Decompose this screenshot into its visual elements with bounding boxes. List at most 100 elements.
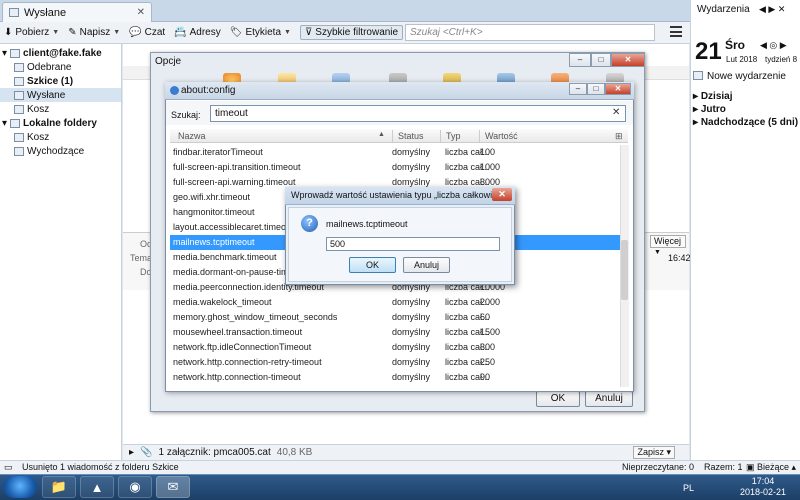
search-label: Szukaj:	[171, 110, 201, 120]
chevron-down-icon: ▼	[284, 29, 291, 36]
write-button[interactable]: ✎ Napisz ▼	[68, 27, 120, 38]
local-folders-icon	[10, 118, 21, 128]
account-icon	[10, 48, 21, 58]
pref-value: 300	[480, 342, 496, 352]
pref-status: domyślny	[392, 147, 431, 157]
more-button[interactable]: Więcej ▼	[650, 235, 686, 256]
close-button[interactable]: ✕	[492, 188, 512, 201]
table-row[interactable]: network.http.connection-timeout domyślny l…	[170, 370, 620, 385]
value-input[interactable]: 500	[326, 237, 500, 251]
month-label: Lut 2018	[726, 55, 758, 64]
table-row[interactable]: mousewheel.transaction.timeout domyślny li…	[170, 325, 620, 340]
pref-status: domyślny	[392, 162, 431, 172]
pref-name-label: mailnews.tcptimeout	[326, 219, 408, 229]
close-icon[interactable]: ✕	[137, 7, 145, 18]
column-picker-icon[interactable]: ⊞	[615, 131, 623, 142]
pencil-icon: ✎	[68, 27, 77, 38]
column-status[interactable]: Status	[398, 131, 424, 141]
explorer-taskbar-icon[interactable]: 📁	[42, 476, 76, 498]
column-type[interactable]: Typ	[446, 131, 461, 141]
question-icon: ?	[301, 215, 318, 232]
table-row[interactable]: media.wakelock_timeout domyślny liczba cał…	[170, 295, 620, 310]
folder-account[interactable]: ▾ client@fake.fake	[0, 46, 121, 60]
column-separator	[479, 130, 480, 142]
day-number: 21	[695, 38, 722, 65]
tag-icon: 🏷	[229, 27, 243, 38]
table-row[interactable]: full-screen-api.transition.timeout domyśl…	[170, 160, 620, 175]
paperclip-icon: 📎	[140, 447, 153, 458]
agenda-today[interactable]: ▸ Dzisiaj	[693, 91, 733, 102]
sent-folder-icon	[9, 8, 19, 17]
options-ok-button[interactable]: OK	[536, 391, 580, 407]
address-book-button[interactable]: 📇 Adresy	[174, 27, 221, 38]
close-button[interactable]: ✕	[611, 53, 645, 67]
message-time: 16:42	[668, 253, 691, 263]
options-dialog-title: Opcje	[155, 56, 182, 67]
folder-pane: ▾ client@fake.fake Odebrane Szkice (1) Wy…	[0, 44, 122, 460]
agenda-tomorrow[interactable]: ▸ Jutro	[693, 104, 726, 115]
folder-outbox[interactable]: Wychodzące	[0, 144, 121, 158]
total-count: Razem: 1	[704, 462, 743, 472]
table-row[interactable]: findbar.iteratorTimeout domyślny liczba ca…	[170, 145, 620, 160]
pref-name: geo.wifi.xhr.timeout	[173, 192, 251, 202]
chat-button[interactable]: 💬 Czat	[129, 27, 165, 38]
pref-name: network.http.connection-timeout	[173, 372, 301, 382]
unread-count: Nieprzeczytane: 0	[622, 462, 695, 472]
pref-value: 3000	[480, 177, 501, 187]
tag-button[interactable]: 🏷 Etykieta ▼	[230, 27, 291, 38]
date-nav-icons[interactable]: ◀ ◎ ▶	[760, 40, 787, 51]
scrollbar-thumb[interactable]	[621, 240, 628, 300]
pref-name: network.ftp.idleConnectionTimeout	[173, 342, 312, 352]
close-button[interactable]: ✕	[605, 83, 631, 95]
expand-icon[interactable]: ▸	[129, 447, 134, 458]
table-row[interactable]: memory.ghost_window_timeout_seconds domyś…	[170, 310, 620, 325]
minimize-button[interactable]: –	[569, 53, 591, 67]
start-button[interactable]	[3, 476, 37, 498]
taskbar-clock[interactable]: 17:04 2018-02-21	[738, 476, 788, 498]
chevron-down-icon: ▼	[654, 249, 661, 256]
table-row[interactable]: network.ftp.idleConnectionTimeout domyśln…	[170, 340, 620, 355]
attachment-bar: ▸ 📎 1 załącznik: pmca005.cat 40,8 KB Zap…	[123, 444, 689, 460]
folder-local[interactable]: ▾ Lokalne foldery	[0, 116, 121, 130]
pref-status: domyślny	[392, 357, 431, 367]
menu-icon[interactable]	[670, 26, 682, 37]
cancel-button[interactable]: Anuluj	[403, 257, 450, 273]
status-icon: ▭	[4, 462, 13, 472]
agenda-upcoming[interactable]: ▸ Nadchodzące (5 dni)	[693, 117, 798, 128]
quick-filter-button[interactable]: ⊽ Szybkie filtrowanie	[299, 25, 404, 40]
ok-button[interactable]: OK	[349, 257, 396, 273]
language-indicator[interactable]: PL	[683, 483, 694, 493]
save-attachment-button[interactable]: Zapisz ▾	[633, 446, 675, 459]
column-value[interactable]: Wartość	[485, 131, 518, 141]
folder-trash[interactable]: Kosz	[0, 102, 121, 116]
new-event-button[interactable]: Nowe wydarzenie	[693, 71, 786, 82]
today-pane-button[interactable]: ▣ Bieżące ▴	[746, 462, 796, 473]
folder-inbox[interactable]: Odebrane	[0, 60, 121, 74]
maximize-button[interactable]: □	[591, 53, 611, 67]
vlc-taskbar-icon[interactable]: ▲	[80, 476, 114, 498]
attachment-name[interactable]: 1 załącznik: pmca005.cat	[158, 447, 270, 458]
search-input[interactable]: timeout	[210, 105, 626, 122]
column-name[interactable]: Nazwa	[178, 131, 206, 141]
folder-drafts[interactable]: Szkice (1)	[0, 74, 121, 88]
table-row[interactable]: network.http.connection-retry-timeout dom…	[170, 355, 620, 370]
thunderbird-taskbar-icon[interactable]: ✉	[156, 476, 190, 498]
folder-sent[interactable]: Wysłane	[0, 88, 121, 102]
day-name: Śro	[725, 38, 746, 52]
pref-name: memory.ghost_window_timeout_seconds	[173, 312, 338, 322]
clear-search-icon[interactable]: ✕	[612, 107, 620, 118]
pref-name: findbar.iteratorTimeout	[173, 147, 263, 157]
maximize-button[interactable]: □	[587, 83, 605, 95]
pref-value: 1000	[480, 162, 501, 172]
calendar-nav-icons[interactable]: ◀ ▶ ✕	[759, 4, 785, 15]
get-messages-button[interactable]: ⬇ Pobierz ▼	[4, 27, 59, 38]
options-cancel-button[interactable]: Anuluj	[585, 391, 633, 407]
chrome-taskbar-icon[interactable]: ◉	[118, 476, 152, 498]
search-input[interactable]: Szukaj <Ctrl+K>	[405, 24, 655, 41]
tab-sent[interactable]: Wysłane ✕	[2, 2, 152, 22]
minimize-button[interactable]: –	[569, 83, 587, 95]
folder-local-trash[interactable]: Kosz	[0, 130, 121, 144]
pref-name: media.wakelock_timeout	[173, 297, 272, 307]
edit-value-dialog-title: Wprowadź wartość ustawienia typu „liczba…	[285, 187, 515, 205]
status-bar: ▭ Usunięto 1 wiadomość z folderu Szkice …	[0, 460, 800, 474]
